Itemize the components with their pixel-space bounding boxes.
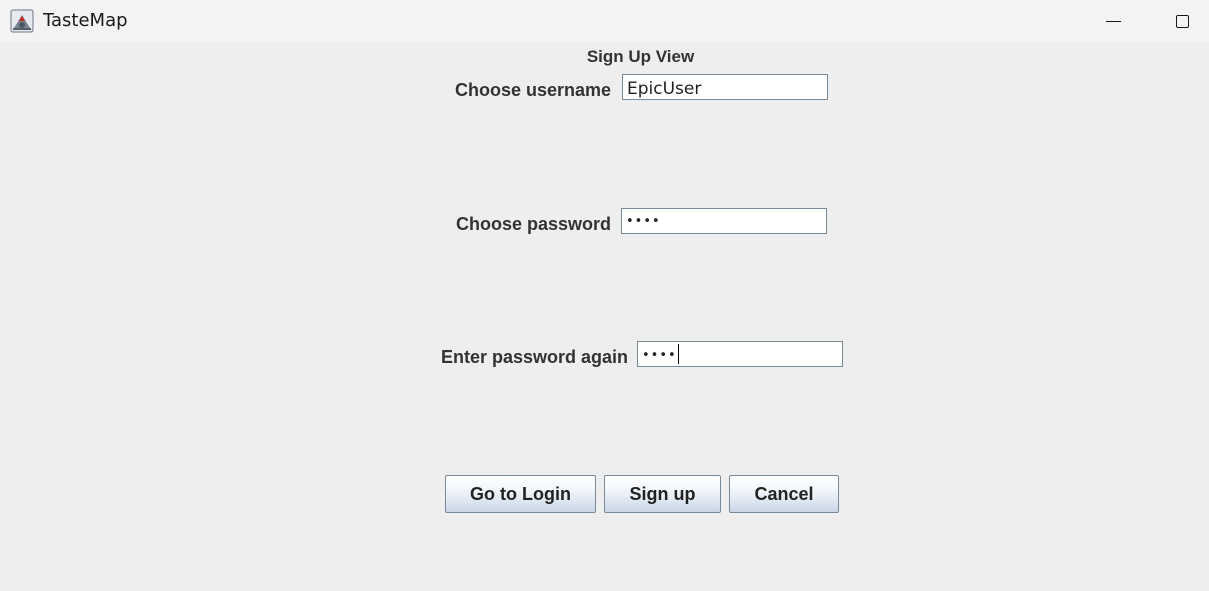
repeat-password-label: Enter password again	[441, 347, 629, 367]
username-label: Choose username	[455, 80, 612, 100]
minimize-button[interactable]	[1090, 0, 1136, 42]
signup-panel: Sign Up View Choose username EpicUser Ch…	[0, 42, 1209, 591]
window-title: TasteMap	[43, 10, 128, 31]
title-bar: TasteMap	[0, 0, 1209, 42]
repeat-password-input[interactable]: ••••	[637, 341, 843, 367]
app-window: TasteMap Sign Up View Choose username Ep…	[0, 0, 1209, 591]
repeat-password-value: ••••	[642, 348, 677, 363]
password-input[interactable]: ••••	[621, 208, 827, 234]
password-label: Choose password	[456, 214, 612, 234]
minimize-icon	[1105, 20, 1121, 22]
text-cursor	[677, 344, 680, 364]
cancel-button[interactable]: Cancel	[729, 475, 839, 513]
sign-up-button[interactable]: Sign up	[604, 475, 721, 513]
maximize-icon	[1175, 14, 1189, 28]
username-input[interactable]: EpicUser	[622, 74, 828, 100]
view-title: Sign Up View	[586, 47, 695, 66]
go-to-login-button[interactable]: Go to Login	[445, 475, 596, 513]
java-app-icon	[10, 9, 34, 33]
maximize-button[interactable]	[1159, 0, 1205, 42]
